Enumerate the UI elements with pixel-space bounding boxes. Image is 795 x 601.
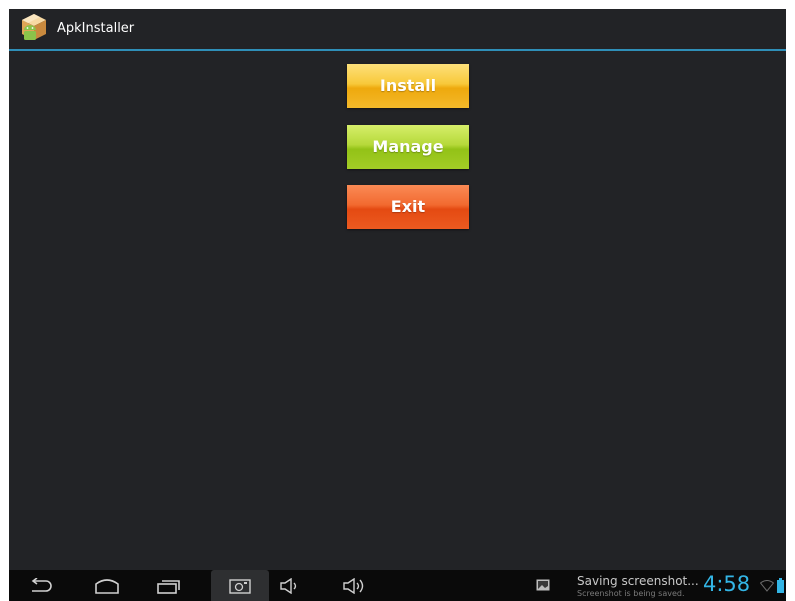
recent-apps-icon [157, 579, 180, 594]
volume-up-button[interactable] [335, 570, 375, 601]
battery-icon [777, 578, 784, 593]
volume-down-button[interactable] [271, 570, 311, 601]
notification-subtitle[interactable]: Screenshot is being saved. [577, 589, 685, 598]
wifi-icon [760, 580, 774, 592]
volume-up-icon [343, 577, 364, 594]
back-button[interactable] [21, 570, 61, 601]
home-icon [95, 578, 119, 594]
system-nav-bar: Saving screenshot... Screenshot is being… [9, 570, 786, 601]
package-android-icon [22, 14, 46, 40]
recent-apps-button[interactable] [149, 570, 189, 601]
screenshot-button[interactable] [211, 570, 269, 601]
back-icon [31, 577, 52, 592]
install-button[interactable]: Install [347, 64, 469, 108]
home-button[interactable] [87, 570, 127, 601]
exit-button[interactable]: Exit [347, 185, 469, 229]
notification-title[interactable]: Saving screenshot... [577, 574, 699, 588]
app-title: ApkInstaller [57, 21, 135, 36]
screenshot-icon [229, 578, 251, 594]
volume-down-icon [280, 577, 297, 594]
status-clock[interactable]: 4:58 [703, 572, 750, 596]
action-bar: ApkInstaller [9, 9, 786, 51]
image-icon [536, 579, 550, 591]
device-screen: ApkInstaller Install Manage Exit Saving … [9, 9, 786, 601]
manage-button[interactable]: Manage [347, 125, 469, 169]
